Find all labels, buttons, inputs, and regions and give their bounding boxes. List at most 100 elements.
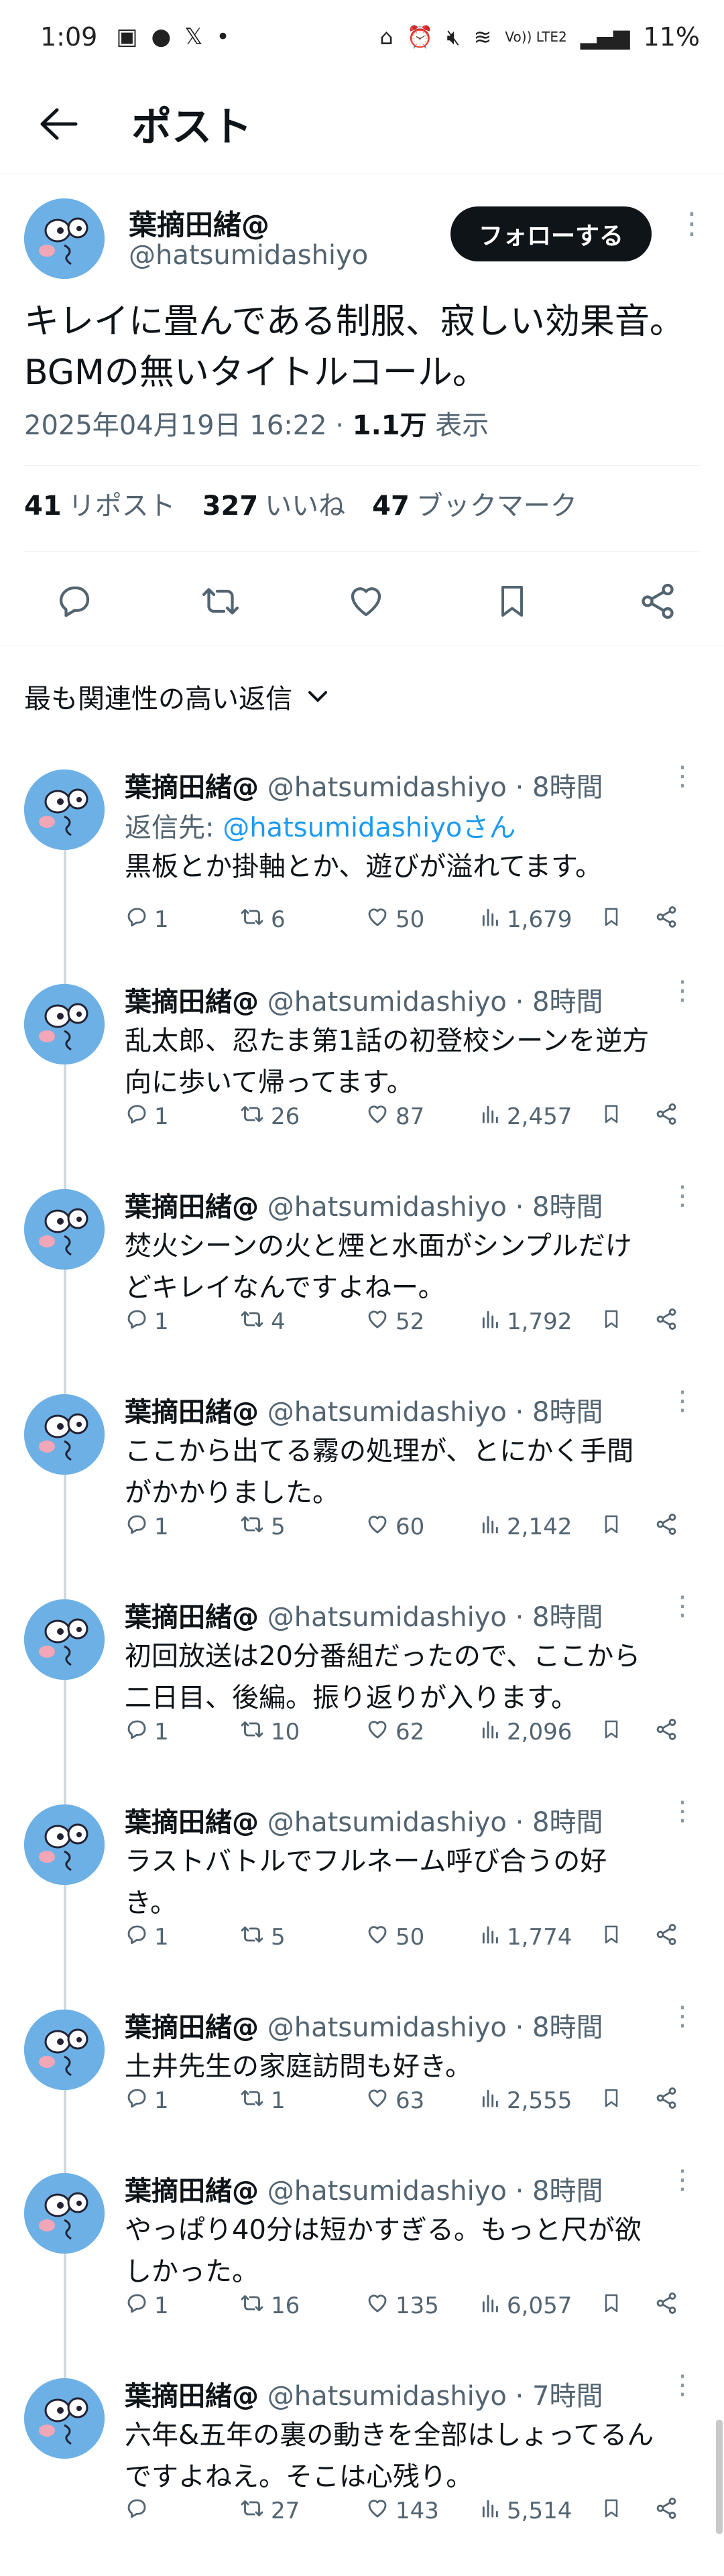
like-button[interactable]: 50 <box>365 900 424 940</box>
views-button[interactable]: 1,774 <box>480 1917 572 1957</box>
bookmark-button[interactable] <box>601 2491 622 2531</box>
reply-button[interactable]: 1 <box>125 1917 169 1957</box>
reply-button[interactable]: 1 <box>125 1712 169 1752</box>
author-handle-time[interactable]: @hatsumidashiyo · 8時間 <box>267 2012 603 2043</box>
back-button[interactable] <box>25 90 93 158</box>
author-handle-time[interactable]: @hatsumidashiyo · 8時間 <box>267 1602 603 1633</box>
more-options-icon[interactable]: ⋮ <box>669 1593 696 1619</box>
bookmark-button[interactable] <box>601 1302 622 1342</box>
share-button[interactable] <box>654 1302 678 1342</box>
reply-button[interactable] <box>38 571 111 631</box>
reply-item[interactable]: 葉摘田緒@ @hatsumidashiyo · 8時間 ⋮ ここから出てる霧の処理が… <box>0 1375 724 1581</box>
author-handle-time[interactable]: @hatsumidashiyo · 8時間 <box>267 1192 603 1223</box>
more-options-icon[interactable]: ⋮ <box>669 763 696 790</box>
reply-button[interactable] <box>125 2491 154 2531</box>
like-button[interactable]: 52 <box>365 1302 424 1342</box>
more-options-icon[interactable]: ⋮ <box>669 1182 696 1209</box>
reply-button[interactable]: 1 <box>125 1507 169 1547</box>
like-button[interactable]: 135 <box>365 2286 439 2326</box>
more-options-icon[interactable]: ⋮ <box>669 977 696 1004</box>
author-name[interactable]: 葉摘田緒@ <box>125 987 259 1018</box>
like-button[interactable] <box>329 571 403 631</box>
likes-stat[interactable]: 327 いいね <box>202 484 346 523</box>
more-options-icon[interactable]: ⋮ <box>669 1798 696 1825</box>
author-name[interactable]: 葉摘田緒@ <box>125 1602 259 1633</box>
more-options-icon[interactable]: ⋮ <box>677 209 707 239</box>
author-name[interactable]: 葉摘田緒@ <box>125 1397 259 1428</box>
avatar[interactable] <box>24 984 105 1064</box>
views-button[interactable]: 2,555 <box>480 2081 572 2121</box>
reply-sort-dropdown[interactable]: 最も関連性の高い返信 <box>24 677 328 716</box>
author-handle-time[interactable]: @hatsumidashiyo · 8時間 <box>267 987 603 1018</box>
like-button[interactable]: 62 <box>365 1712 424 1752</box>
author-handle-time[interactable]: @hatsumidashiyo · 8時間 <box>267 772 603 803</box>
share-button[interactable] <box>654 900 678 940</box>
repost-button[interactable] <box>184 571 257 631</box>
reposts-stat[interactable]: 41 リポスト <box>24 484 176 523</box>
author-handle-time[interactable]: @hatsumidashiyo · 8時間 <box>267 1397 603 1428</box>
reply-item[interactable]: 葉摘田緒@ @hatsumidashiyo · 8時間 ⋮ 焚火シーンの火と煙と水面… <box>0 1170 724 1375</box>
reply-item[interactable]: 葉摘田緒@ @hatsumidashiyo · 7時間 ⋮ 六年&五年の裏の動きを全… <box>0 2359 724 2565</box>
more-options-icon[interactable]: ⋮ <box>669 2003 696 2030</box>
like-button[interactable]: 87 <box>365 1097 424 1137</box>
bookmark-button[interactable] <box>601 1917 622 1957</box>
share-button[interactable] <box>654 1097 678 1137</box>
author-name[interactable]: 葉摘田緒@ <box>125 1192 259 1223</box>
like-button[interactable]: 60 <box>365 1507 424 1547</box>
reply-item[interactable]: 葉摘田緒@ @hatsumidashiyo · 8時間 ⋮ ラストバトルでフルネーム… <box>0 1786 724 1991</box>
avatar[interactable] <box>24 1189 105 1270</box>
avatar[interactable] <box>24 2173 105 2254</box>
views-button[interactable]: 5,514 <box>480 2491 572 2531</box>
share-button[interactable] <box>621 571 695 631</box>
reply-item[interactable]: 葉摘田緒@ @hatsumidashiyo · 8時間 ⋮ 返信先: @hatsum… <box>0 751 724 956</box>
author-name[interactable]: 葉摘田緒@ <box>125 2176 259 2207</box>
author-name[interactable]: 葉摘田緒@ <box>129 202 269 243</box>
avatar[interactable] <box>24 1394 105 1475</box>
repost-button[interactable]: 4 <box>239 1302 286 1342</box>
repost-button[interactable]: 6 <box>239 900 286 940</box>
share-button[interactable] <box>654 2081 678 2121</box>
reply-button[interactable]: 1 <box>125 900 169 940</box>
reply-button[interactable]: 1 <box>125 1302 169 1342</box>
bookmark-button[interactable] <box>601 1507 622 1547</box>
more-options-icon[interactable]: ⋮ <box>669 2372 696 2398</box>
avatar[interactable] <box>24 1804 105 1885</box>
views-button[interactable]: 1,679 <box>480 900 572 940</box>
scrollbar[interactable] <box>716 2420 723 2534</box>
repost-button[interactable]: 5 <box>239 1507 286 1547</box>
author-name[interactable]: 葉摘田緒@ <box>125 2012 259 2043</box>
avatar[interactable] <box>24 2378 105 2459</box>
views-button[interactable]: 6,057 <box>480 2286 572 2326</box>
repost-button[interactable]: 27 <box>239 2491 300 2531</box>
avatar[interactable] <box>24 2010 105 2090</box>
repost-button[interactable]: 5 <box>239 1917 286 1957</box>
reply-button[interactable]: 1 <box>125 1097 169 1137</box>
author-handle-time[interactable]: @hatsumidashiyo · 7時間 <box>267 2381 603 2412</box>
share-button[interactable] <box>654 2491 678 2531</box>
like-button[interactable]: 50 <box>365 1917 424 1957</box>
bookmark-button[interactable] <box>601 1097 622 1137</box>
repost-button[interactable]: 26 <box>239 1097 300 1137</box>
avatar[interactable] <box>24 770 105 850</box>
reply-button[interactable]: 1 <box>125 2286 169 2326</box>
repost-button[interactable]: 16 <box>239 2286 300 2326</box>
views-button[interactable]: 2,096 <box>480 1712 572 1752</box>
bookmark-button[interactable] <box>601 900 622 940</box>
author-name[interactable]: 葉摘田緒@ <box>125 1807 259 1838</box>
bookmark-button[interactable] <box>475 571 549 631</box>
bookmark-button[interactable] <box>601 2286 622 2326</box>
reply-item[interactable]: 葉摘田緒@ @hatsumidashiyo · 8時間 ⋮ 初回放送は20分番組だっ… <box>0 1581 724 1786</box>
author-name[interactable]: 葉摘田緒@ <box>125 772 259 803</box>
share-button[interactable] <box>654 2286 678 2326</box>
author-handle-time[interactable]: @hatsumidashiyo · 8時間 <box>267 1807 603 1838</box>
repost-button[interactable]: 10 <box>239 1712 300 1752</box>
reply-item[interactable]: 葉摘田緒@ @hatsumidashiyo · 8時間 ⋮ やっぱり40分は短かすぎ… <box>0 2154 724 2359</box>
avatar[interactable] <box>24 198 105 279</box>
share-button[interactable] <box>654 1712 678 1752</box>
views-button[interactable]: 1,792 <box>480 1302 572 1342</box>
views-button[interactable]: 2,457 <box>480 1097 572 1137</box>
author-handle[interactable]: @hatsumidashiyo <box>129 240 368 271</box>
share-button[interactable] <box>654 1507 678 1547</box>
like-button[interactable]: 63 <box>365 2081 424 2121</box>
reply-button[interactable]: 1 <box>125 2081 169 2121</box>
